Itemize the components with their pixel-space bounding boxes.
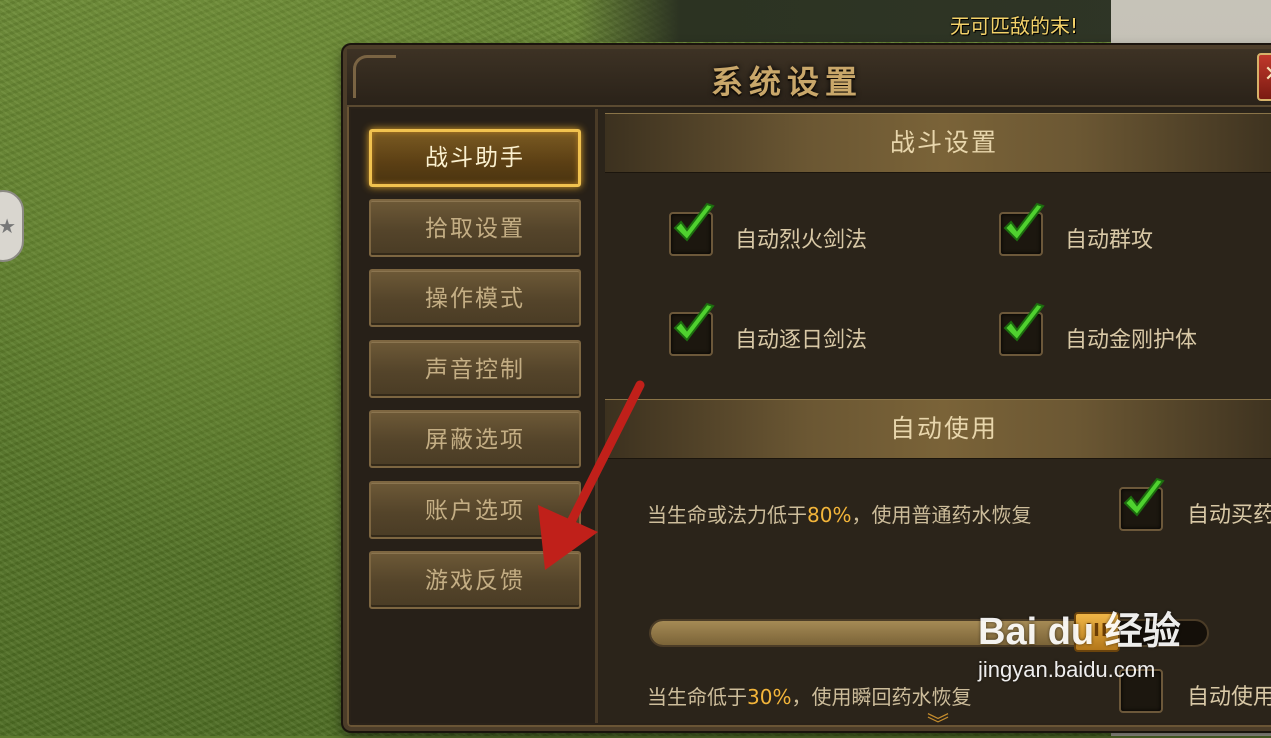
watermark-url: jingyan.baidu.com bbox=[978, 657, 1156, 682]
sidebar-item-account-options[interactable]: 账户选项 bbox=[369, 481, 581, 539]
desc-text: ，使用普通药水恢复 bbox=[851, 503, 1032, 527]
option-label: 自动烈火剑法 bbox=[735, 228, 868, 253]
desc-text: 当生命低于 bbox=[647, 685, 747, 709]
desc-text: 当生命或法力低于 bbox=[647, 503, 807, 527]
sidebar-item-game-feedback[interactable]: 游戏反馈 bbox=[369, 551, 581, 609]
side-skill-button[interactable]: ★ bbox=[0, 190, 24, 262]
check-icon bbox=[1003, 302, 1045, 342]
auto-use-header: 自动使用 bbox=[605, 399, 1271, 459]
threshold-percent: 30% bbox=[747, 685, 792, 709]
dialog-titlebar: 系统设置 ✕ bbox=[347, 49, 1271, 107]
sidebar-item-loot-settings[interactable]: 拾取设置 bbox=[369, 199, 581, 257]
hp-mp-threshold-text: 当生命或法力低于80%，使用普通药水恢复 bbox=[647, 499, 1031, 528]
checkbox-auto-fire-sword[interactable] bbox=[669, 202, 715, 256]
check-icon bbox=[1003, 202, 1045, 242]
broadcast-message: 无可匹敌的末! bbox=[950, 14, 1079, 38]
dialog-title: 系统设置 bbox=[710, 63, 863, 101]
check-icon bbox=[673, 302, 715, 342]
settings-sidebar: 战斗助手 拾取设置 操作模式 声音控制 屏蔽选项 账户选项 游戏反馈 bbox=[351, 109, 598, 723]
checkbox-auto-sun-sword[interactable] bbox=[669, 302, 715, 356]
close-button[interactable]: ✕ bbox=[1257, 53, 1271, 101]
star-icon: ★ bbox=[0, 214, 16, 238]
option-label: 自动金刚护体 bbox=[1065, 328, 1198, 353]
check-icon bbox=[673, 202, 715, 242]
watermark: Bai du 经验 jingyan.baidu.com bbox=[978, 600, 1181, 683]
checkbox-auto-buy-potion[interactable] bbox=[1119, 477, 1165, 531]
sidebar-item-control-mode[interactable]: 操作模式 bbox=[369, 269, 581, 327]
option-label: 自动群攻 bbox=[1065, 228, 1154, 253]
sidebar-item-block-options[interactable]: 屏蔽选项 bbox=[369, 410, 581, 468]
checkbox-auto-aoe[interactable] bbox=[999, 202, 1045, 256]
baidu-logo: Bai du 经验 bbox=[978, 611, 1181, 653]
hp-threshold-text: 当生命低于30%，使用瞬回药水恢复 bbox=[647, 681, 971, 710]
threshold-percent: 80% bbox=[807, 503, 852, 527]
sidebar-item-battle-assistant[interactable]: 战斗助手 bbox=[369, 129, 581, 187]
sidebar-item-sound-control[interactable]: 声音控制 bbox=[369, 340, 581, 398]
checkbox-auto-diamond-guard[interactable] bbox=[999, 302, 1045, 356]
desc-text: ，使用瞬回药水恢复 bbox=[791, 685, 972, 709]
auto-use-label: 自动使用 bbox=[1187, 685, 1271, 710]
check-icon bbox=[1123, 477, 1165, 517]
auto-buy-label: 自动买药 bbox=[1187, 503, 1271, 528]
battle-settings-header: 战斗设置 bbox=[605, 113, 1271, 173]
option-label: 自动逐日剑法 bbox=[735, 328, 868, 353]
scroll-down-icon[interactable]: ︾ bbox=[927, 715, 949, 737]
